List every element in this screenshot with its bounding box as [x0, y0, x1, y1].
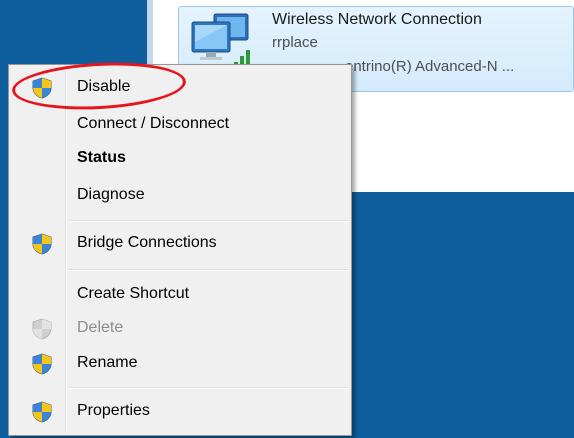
menu-item-label: Properties: [77, 402, 150, 419]
menu-item-status[interactable]: Status: [11, 142, 349, 175]
menu-item-label: Connect / Disconnect: [77, 115, 230, 132]
uac-shield-icon: [32, 401, 52, 423]
menu-item-rename[interactable]: Rename: [11, 347, 349, 380]
connection-network-name: rrplace: [272, 34, 318, 51]
uac-shield-icon: [32, 353, 52, 375]
menu-item-label: Create Shortcut: [77, 285, 190, 302]
connection-adapter-name: entrino(R) Advanced-N ...: [345, 58, 515, 75]
menu-separator: [69, 220, 349, 222]
menu-separator: [69, 269, 349, 271]
context-menu: Disable Connect / Disconnect Status Diag…: [8, 64, 352, 436]
uac-shield-icon: [32, 233, 52, 255]
menu-separator: [69, 387, 349, 389]
connection-name: Wireless Network Connection: [272, 11, 482, 28]
menu-item-create-shortcut[interactable]: Create Shortcut: [11, 278, 349, 311]
uac-shield-icon: [32, 318, 52, 340]
menu-item-label: Diagnose: [77, 186, 145, 203]
menu-item-properties[interactable]: Properties: [11, 395, 349, 428]
menu-item-label: Rename: [77, 354, 138, 371]
menu-item-delete: Delete: [11, 312, 349, 345]
menu-item-label: Bridge Connections: [77, 234, 217, 251]
menu-item-label: Delete: [77, 319, 124, 336]
menu-item-connect-disconnect[interactable]: Connect / Disconnect: [11, 108, 349, 141]
menu-item-diagnose[interactable]: Diagnose: [11, 179, 349, 212]
menu-item-bridge-connections[interactable]: Bridge Connections: [11, 227, 349, 260]
menu-item-label: Status: [77, 149, 126, 166]
